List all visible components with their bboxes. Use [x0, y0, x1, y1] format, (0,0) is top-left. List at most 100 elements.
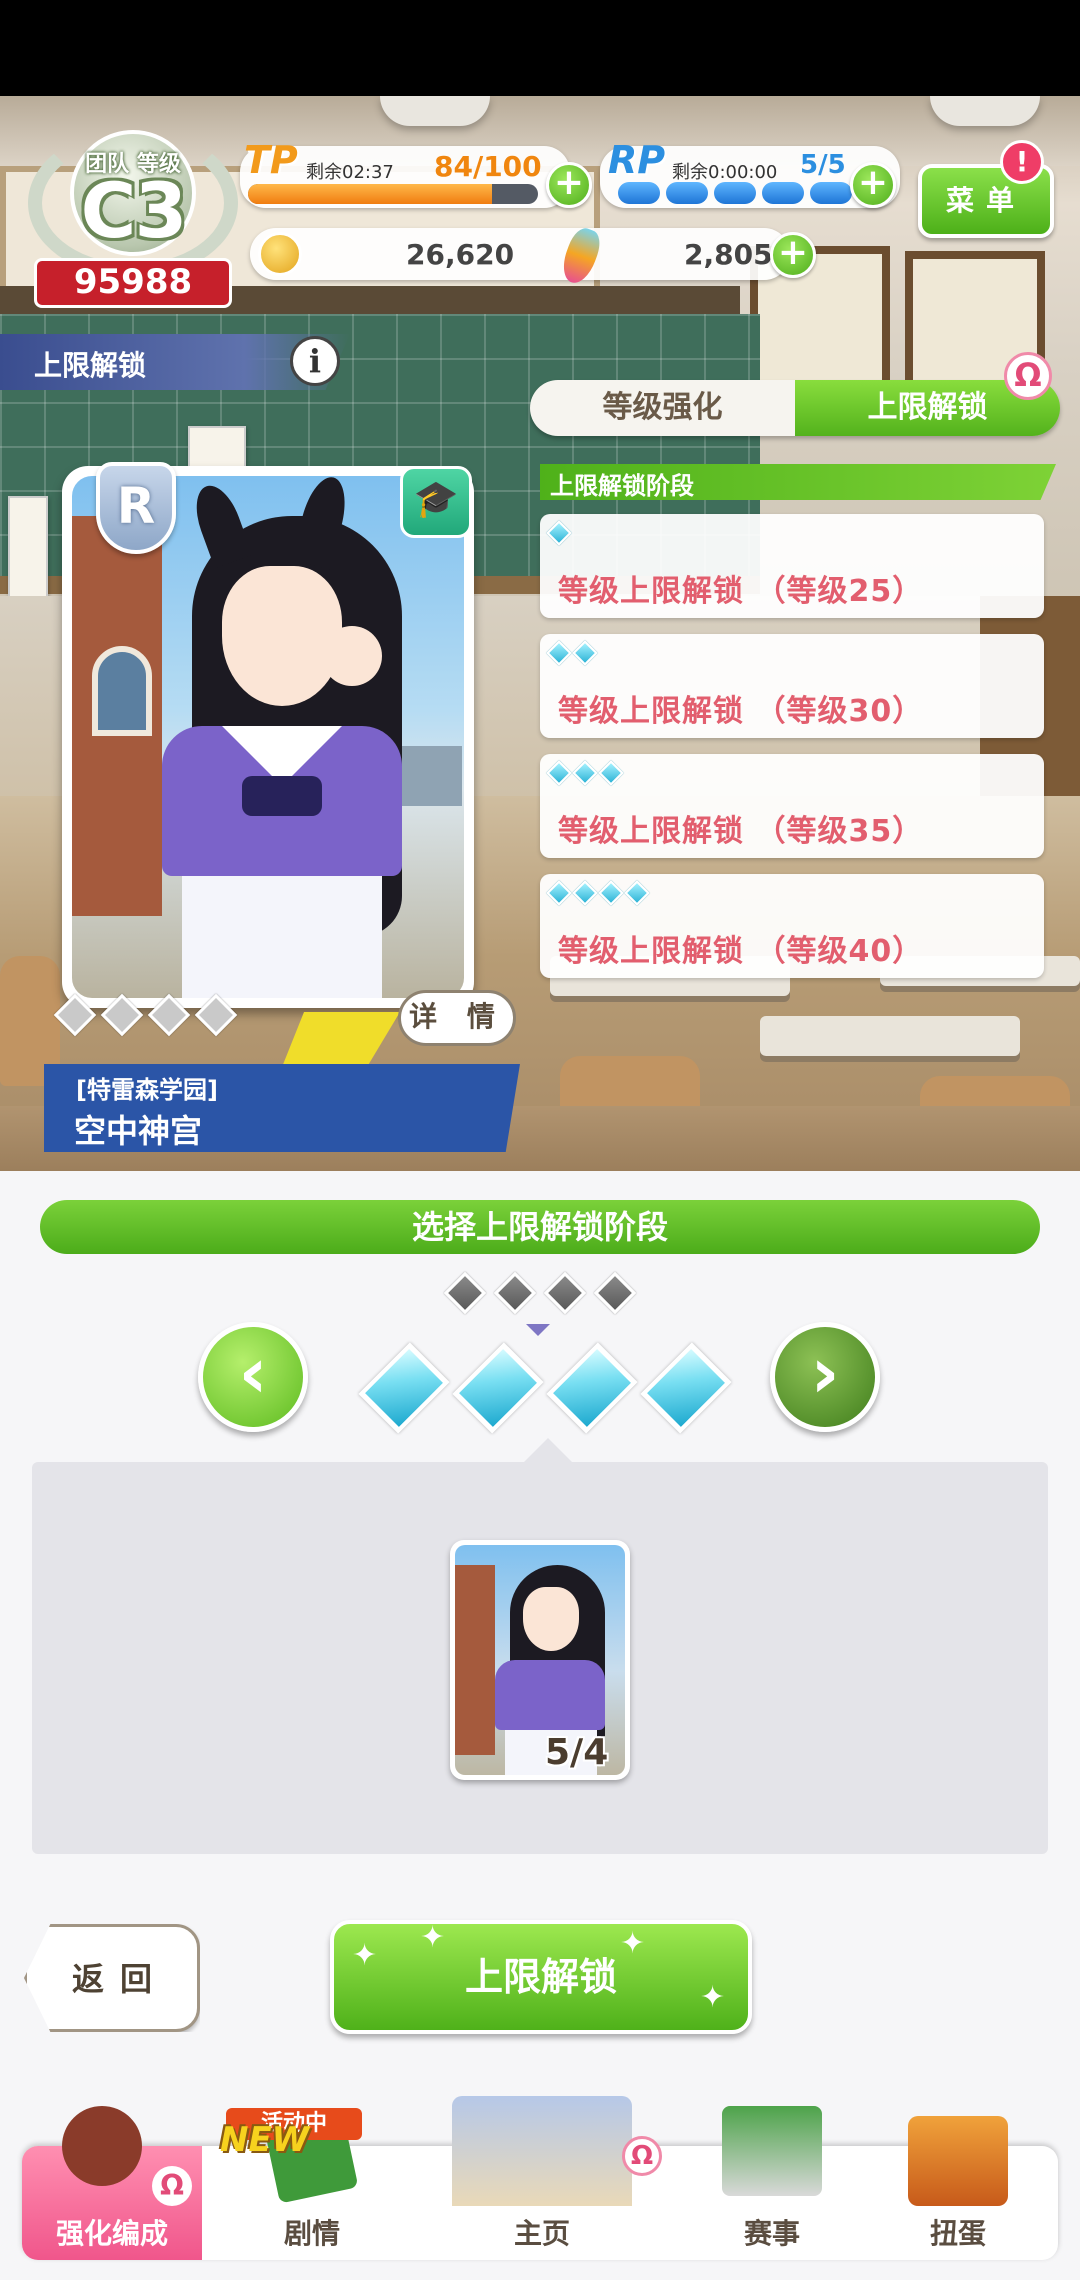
uniform [495, 1660, 605, 1730]
diamond-icon [598, 760, 624, 786]
horse-ear [187, 479, 253, 569]
nav-enhance[interactable]: Ω 强化编成 [22, 2106, 202, 2260]
team-score: 95988 [73, 262, 193, 302]
diamond-icon [147, 993, 191, 1037]
sparkle-icon: ✦ [352, 1938, 378, 1973]
rp-point [666, 182, 708, 204]
diamond-icon [598, 880, 624, 906]
diamond-icon [100, 993, 144, 1037]
stage-indicator [443, 1271, 650, 1315]
select-stage-title: 选择上限解锁阶段 [40, 1200, 1040, 1254]
carrot-count: 2,805 [684, 238, 773, 271]
card-portrait [72, 476, 464, 998]
diamond-icon [493, 1271, 537, 1315]
graduation-cap-icon: 🎓 [400, 466, 472, 538]
race-gate-icon [722, 2106, 822, 2196]
character-face [523, 1587, 579, 1651]
page-title: 上限解锁 [34, 349, 147, 382]
menu-alert-badge: ! [1000, 140, 1044, 184]
limit-stage-item[interactable]: 等级上限解锁 （等级25） [540, 514, 1044, 618]
tp-value: 84/100 [434, 150, 542, 183]
tab-bar: 等级强化 上限解锁 [530, 380, 1060, 436]
desk [760, 1016, 1020, 1056]
diamond-icon [572, 760, 598, 786]
character-hand [322, 626, 382, 686]
limit-stage-item[interactable]: 等级上限解锁 （等级40） [540, 874, 1044, 978]
stage-label: 等级上限解锁 （等级30） [558, 694, 924, 729]
card-name: 空中神宫 [74, 1112, 203, 1150]
ceiling-lamp [380, 96, 490, 126]
card-limit-diamonds [53, 993, 248, 1050]
tp-logo: TP [244, 138, 298, 182]
rp-logo: RP [608, 138, 666, 182]
diamond-icon [543, 1271, 587, 1315]
nav-story[interactable]: 剧情 [212, 2118, 412, 2260]
diamond-icon [572, 880, 598, 906]
nav-label: 主页 [513, 2217, 570, 2250]
diamond-icon [546, 760, 572, 786]
diamond-icon [443, 1271, 487, 1315]
horseshoe-icon: Ω [152, 2166, 192, 2206]
sparkle-icon: ✦ [420, 1920, 446, 1955]
diamond-icon [194, 993, 238, 1037]
stage-gems [546, 520, 576, 546]
rp-point [810, 182, 852, 204]
selected-stage-diamonds [358, 1342, 752, 1434]
character-face [222, 566, 342, 706]
nav-home[interactable]: Ω 主页 [422, 2096, 662, 2260]
gacha-door-icon [908, 2116, 1008, 2206]
info-icon[interactable]: i [290, 336, 340, 386]
diamond-icon [546, 520, 572, 546]
sparkle-icon: ✦ [700, 1980, 726, 2015]
new-badge: NEW [220, 2120, 310, 2160]
nav-label: 剧情 [283, 2217, 340, 2250]
diamond-icon [546, 640, 572, 666]
window [92, 646, 152, 736]
indicator-pointer [526, 1324, 550, 1336]
carrot-add-button[interactable]: + [770, 232, 816, 278]
rp-point [618, 182, 660, 204]
school-building-icon [452, 2096, 632, 2206]
character-chibi-icon [62, 2106, 142, 2186]
stage-gems [546, 640, 602, 666]
diamond-icon [572, 640, 598, 666]
limit-stage-item[interactable]: 等级上限解锁 （等级35） [540, 754, 1044, 858]
stages-header: 上限解锁阶段 [550, 472, 694, 500]
ceiling-lamp [930, 96, 1040, 126]
nav-label: 强化编成 [55, 2217, 168, 2250]
diamond-icon [53, 993, 97, 1037]
diamond-icon [593, 1271, 637, 1315]
back-button[interactable]: 返回 [24, 1924, 200, 2032]
stage-gems [546, 880, 654, 906]
rp-add-button[interactable]: + [850, 162, 896, 208]
material-count: 5/4 [545, 1732, 609, 1773]
limit-stage-item[interactable]: 等级上限解锁 （等级30） [540, 634, 1044, 738]
notice-poster [8, 496, 48, 606]
stage-label: 等级上限解锁 （等级40） [558, 934, 924, 969]
coin-count: 26,620 [406, 238, 515, 271]
tp-bar-fill [248, 184, 492, 204]
stage-label: 等级上限解锁 （等级25） [558, 574, 924, 609]
next-stage-button[interactable]: › [770, 1322, 880, 1432]
card-school: [特雷森学园] [76, 1076, 218, 1104]
nav-label: 赛事 [743, 2217, 800, 2250]
detail-button[interactable]: 详 情 [398, 990, 516, 1046]
nav-gacha[interactable]: 扭蛋 [858, 2116, 1058, 2260]
nav-race[interactable]: 赛事 [672, 2106, 872, 2260]
previous-stage-button[interactable]: ‹ [198, 1322, 308, 1432]
tp-add-button[interactable]: + [546, 162, 592, 208]
tp-timer: 剩余02:37 [306, 162, 394, 183]
team-rank: C3 [80, 166, 188, 255]
rp-point [762, 182, 804, 204]
status-bar [0, 0, 1080, 96]
skirt [182, 876, 382, 998]
panel-notch [524, 1438, 572, 1462]
diamond-icon [546, 880, 572, 906]
tab-level-up[interactable]: 等级强化 [530, 380, 795, 436]
rarity-badge: R [96, 462, 176, 554]
limit-break-button[interactable]: 上限解锁 [330, 1920, 752, 2034]
team-rank-badge[interactable]: 团队 等级 C3 95988 [28, 108, 238, 308]
coin-icon [258, 232, 302, 276]
stage-label: 等级上限解锁 （等级35） [558, 814, 924, 849]
rp-timer: 剩余0:00:00 [672, 162, 778, 183]
